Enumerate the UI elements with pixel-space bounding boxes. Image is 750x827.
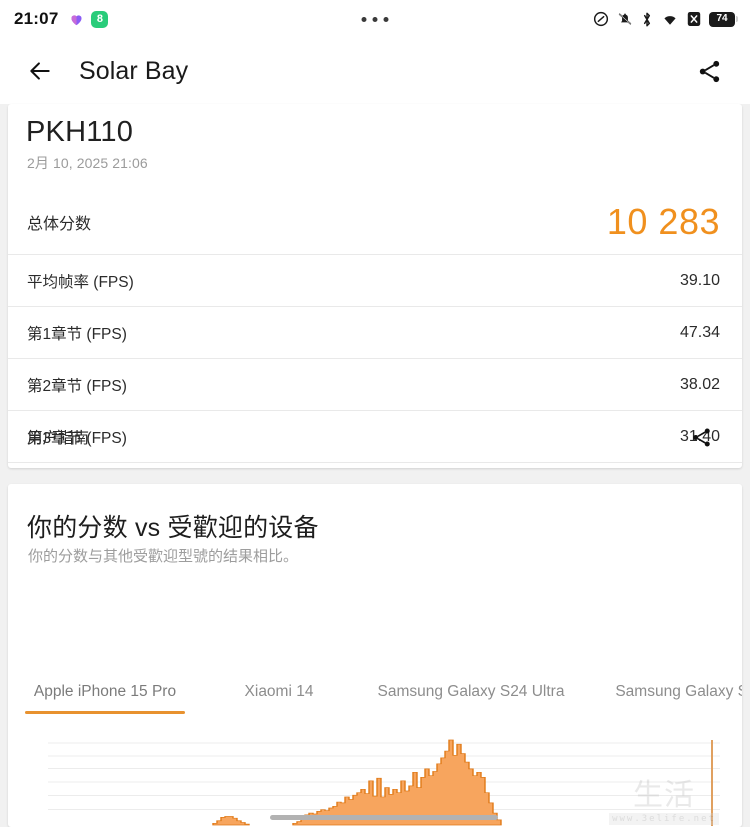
- comparison-subtitle: 你的分数与其他受歡迎型號的结果相比。: [28, 548, 299, 565]
- comparison-card: 你的分数 vs 受歡迎的设备 你的分数与其他受歡迎型號的结果相比。 Apple …: [8, 484, 742, 827]
- phone-screen: 21:07 8 74 Solar Bay PKH110 2月 10, 2025 …: [0, 0, 750, 827]
- share-icon: [699, 60, 719, 82]
- tab-samsung-galaxy-s24-ultra[interactable]: Samsung Galaxy S24 Ultra: [356, 683, 586, 725]
- comparison-title: 你的分数 vs 受歡迎的设备: [27, 514, 319, 542]
- metric-label: 平均帧率 (FPS): [27, 273, 134, 291]
- metric-value: 39.10: [679, 271, 720, 289]
- status-right-icons: 74: [593, 0, 738, 38]
- table-row: 第1章节 (FPS) 47.34: [8, 307, 742, 358]
- app-badge-icon: 8: [91, 10, 109, 28]
- sim-off-icon: [687, 12, 701, 26]
- total-score-label: 总体分数: [27, 216, 92, 233]
- histogram-svg: [48, 739, 720, 826]
- mute-bell-icon: [618, 13, 632, 25]
- tab-label: Samsung Galaxy S2: [615, 683, 742, 700]
- score-distribution-chart: [8, 736, 742, 827]
- wifi-icon: [664, 15, 676, 25]
- device-tabs[interactable]: Apple iPhone 15 Pro Xiaomi 14 Samsung Ga…: [8, 683, 742, 725]
- dnd-icon: [593, 11, 609, 27]
- more-dots-icon: [361, 17, 389, 22]
- result-date: 2月 10, 2025 21:06: [27, 155, 148, 171]
- battery-icon: 74: [709, 11, 738, 27]
- tab-label: Apple iPhone 15 Pro: [33, 683, 177, 700]
- back-arrow-icon: [30, 62, 50, 80]
- heart-icon: [71, 14, 82, 25]
- user-guide-label: 用户指南: [27, 430, 90, 447]
- table-row: 平均帧率 (FPS) 39.10: [8, 255, 742, 306]
- histogram-area: [292, 739, 502, 826]
- tab-xiaomi-14[interactable]: Xiaomi 14: [202, 683, 356, 725]
- user-guide-row[interactable]: 用户指南: [8, 406, 742, 468]
- metric-value: 47.34: [679, 323, 720, 341]
- histogram-area: [212, 816, 250, 826]
- summary-card: PKH110 2月 10, 2025 21:06 总体分数 10 283 平均帧…: [8, 104, 742, 468]
- metric-label: 第1章节 (FPS): [27, 325, 127, 343]
- total-score-value: 10 283: [606, 201, 720, 242]
- share-icon: [692, 427, 710, 447]
- status-left-icons: 8: [69, 10, 109, 28]
- tab-samsung-galaxy-s2[interactable]: Samsung Galaxy S2: [586, 683, 742, 725]
- battery-level: 74: [716, 13, 728, 24]
- app-bar: Solar Bay: [0, 38, 750, 104]
- metric-label: 第2章节 (FPS): [27, 377, 127, 395]
- status-time: 21:07: [14, 9, 59, 28]
- total-score-row: 总体分数 10 283: [8, 190, 742, 254]
- tab-apple-iphone-15-pro[interactable]: Apple iPhone 15 Pro: [8, 683, 202, 725]
- user-guide-share-button[interactable]: [682, 418, 720, 456]
- table-row: 第2章节 (FPS) 38.02: [8, 359, 742, 410]
- tab-label: Samsung Galaxy S24 Ultra: [377, 683, 565, 700]
- bluetooth-icon: [643, 12, 651, 26]
- app-badge-label: 8: [96, 12, 104, 25]
- horizontal-scrollbar[interactable]: [270, 815, 498, 820]
- metric-value: 38.02: [679, 375, 720, 393]
- share-button[interactable]: [686, 48, 732, 94]
- scroll-content[interactable]: PKH110 2月 10, 2025 21:06 总体分数 10 283 平均帧…: [0, 104, 750, 827]
- status-bar: 21:07 8 74: [0, 0, 750, 38]
- device-name: PKH110: [26, 116, 134, 148]
- back-button[interactable]: [14, 45, 66, 97]
- page-title: Solar Bay: [79, 56, 189, 85]
- tab-label: Xiaomi 14: [244, 683, 314, 700]
